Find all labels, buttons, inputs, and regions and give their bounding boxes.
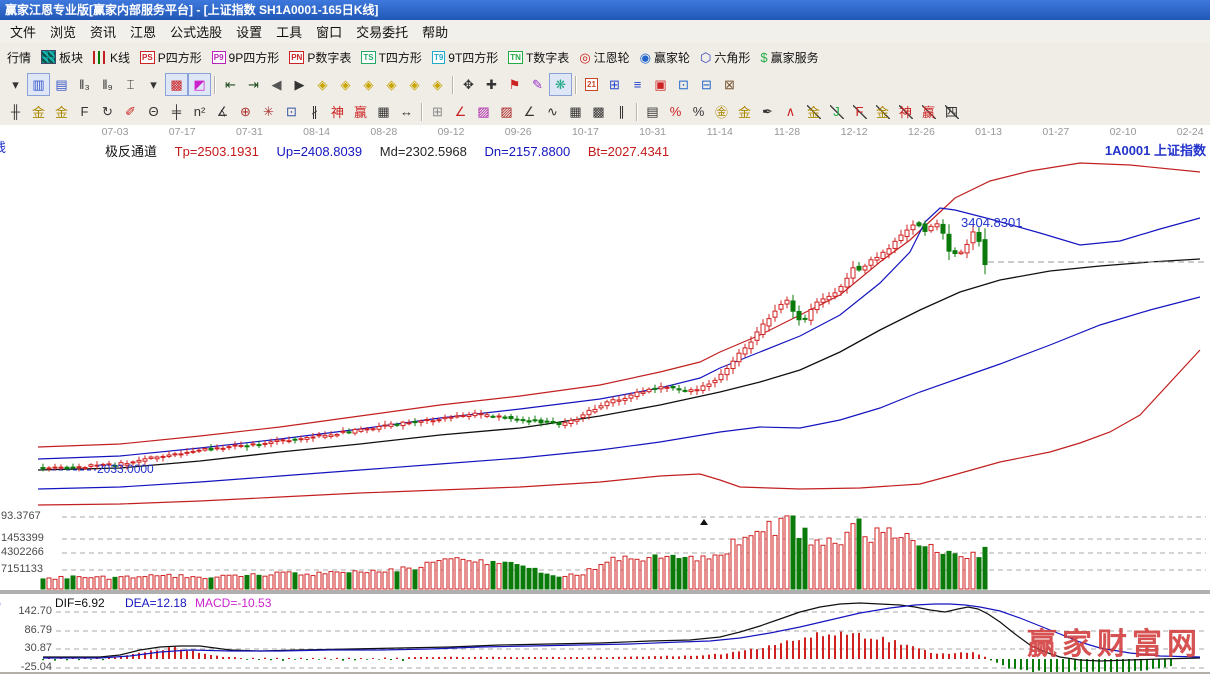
volume-axis-label-1: 93.3767 xyxy=(1,510,41,522)
dif-value: DIF=6.92 xyxy=(55,596,105,610)
channel-line-bt xyxy=(37,349,1201,506)
macd-axis-label-1: 142.70 xyxy=(18,605,52,617)
indicator-header: 极反通道 Tp=2503.1931 Up=2408.8039 Md=2302.5… xyxy=(105,141,683,160)
macd-axis-label-3: 30.87 xyxy=(24,642,52,654)
volume-axis-label-4: 7151133 xyxy=(1,563,44,575)
channel-line-up xyxy=(37,207,1201,460)
volume-axis-label-2: 1453399 xyxy=(1,532,44,544)
pane-separator xyxy=(0,590,1210,594)
indicator-md-value: Md=2302.5968 xyxy=(379,144,467,159)
volume-marker-triangle xyxy=(700,519,708,525)
indicator-tp-value: Tp=2503.1931 xyxy=(174,144,259,159)
symbol-label[interactable]: 1A0001 上证指数 xyxy=(1105,140,1206,159)
start-price-annotation: 2033.0000 xyxy=(97,462,154,476)
peak-price-annotation: 3404.8301 xyxy=(961,215,1023,230)
macd-value: MACD=-10.53 xyxy=(195,596,272,610)
candlestick-series xyxy=(40,219,988,472)
application-window: 赢家江恩专业版[赢家内部服务平台] - [上证指数 SH1A0001-165日K… xyxy=(0,0,1210,674)
channel-line-md xyxy=(37,258,1201,471)
channel-lines xyxy=(37,162,1201,506)
indicator-dn-value: Dn=2157.8800 xyxy=(484,144,571,159)
macd-axis-label-2: 86.79 xyxy=(24,624,52,636)
clipped-left-label: 线 xyxy=(0,137,6,156)
clipped-macd-left-label: ) xyxy=(0,596,1,610)
kline-chart-canvas[interactable] xyxy=(0,0,1210,674)
indicator-bt-value: Bt=2027.4341 xyxy=(587,144,670,159)
volume-axis-label-3: 4302266 xyxy=(1,546,44,558)
volume-bars xyxy=(40,515,988,590)
indicator-name[interactable]: 极反通道 xyxy=(105,144,157,159)
indicator-up-value: Up=2408.8039 xyxy=(276,144,363,159)
watermark: 赢家财富网 xyxy=(1027,628,1202,661)
dea-value: DEA=12.18 xyxy=(125,596,187,610)
